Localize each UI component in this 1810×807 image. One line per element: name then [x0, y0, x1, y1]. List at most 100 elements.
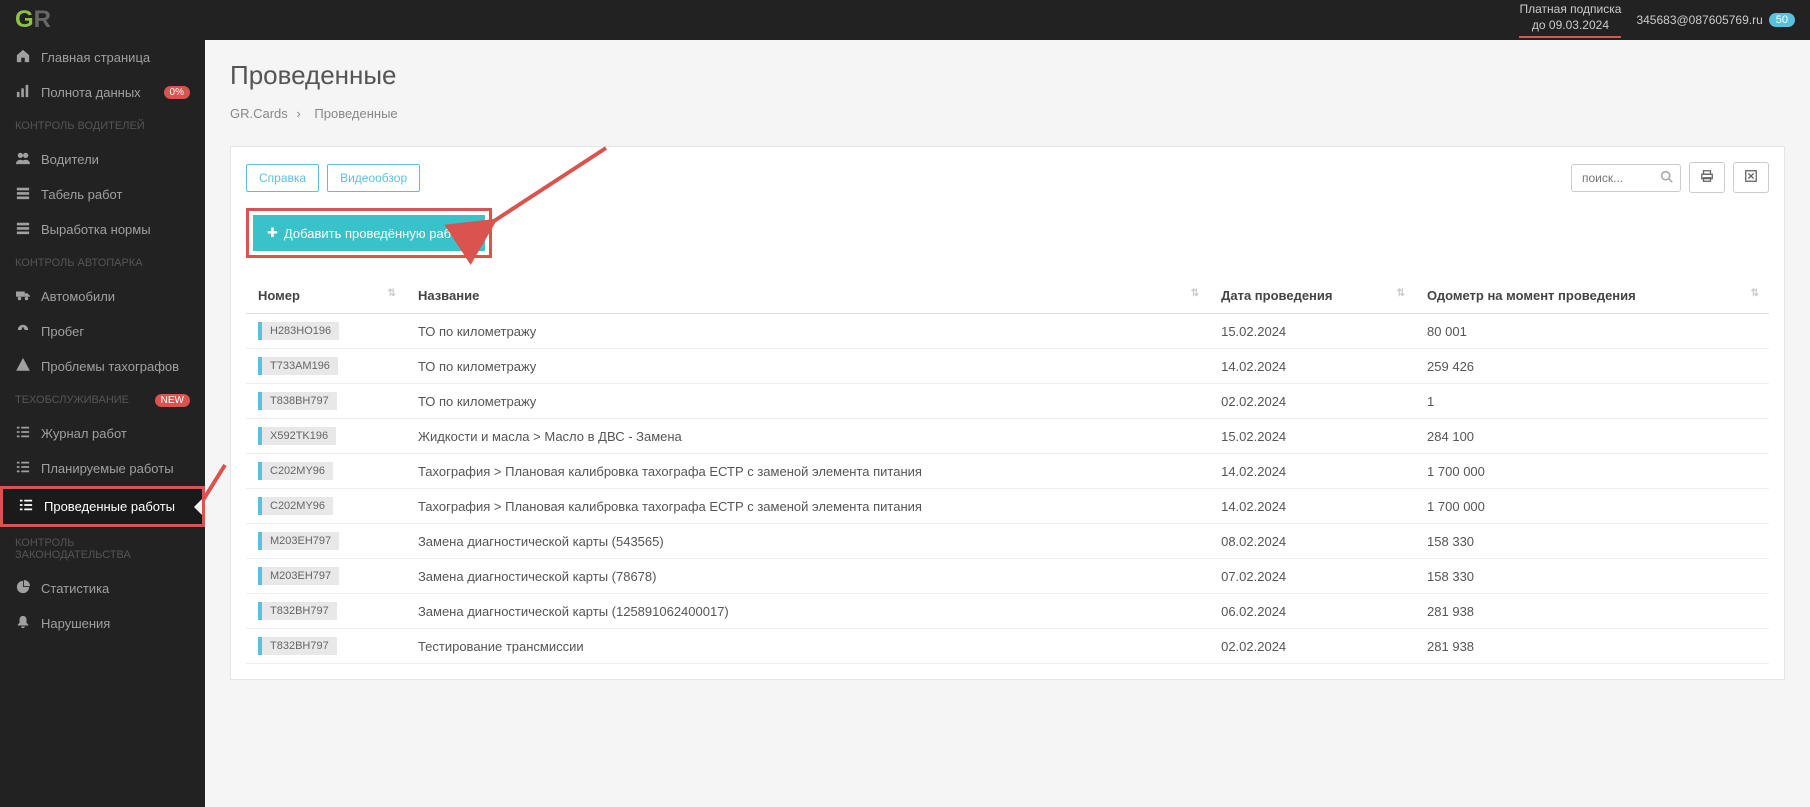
table-row[interactable]: M203EH797 Замена диагностической карты (7…	[246, 559, 1769, 594]
nav-item-табель-работ[interactable]: Табель работ	[0, 177, 205, 212]
odometer: 284 100	[1415, 419, 1769, 454]
nav-header: КОНТРОЛЬ АВТОПАРКА	[0, 247, 205, 279]
print-icon	[1700, 169, 1714, 183]
table-header[interactable]: Одометр на момент проведения⇅	[1415, 278, 1769, 314]
truck-icon	[15, 288, 31, 305]
work-date: 15.02.2024	[1209, 314, 1415, 349]
user-menu[interactable]: 345683@087605769.ru 50	[1636, 13, 1795, 27]
work-name: ТО по километражу	[406, 384, 1209, 419]
video-button[interactable]: Видеообзор	[327, 164, 420, 192]
work-name: Тахография > Плановая калибровка тахогра…	[406, 489, 1209, 524]
vehicle-plate: T832BH797	[258, 637, 337, 655]
nav-item-автомобили[interactable]: Автомобили	[0, 279, 205, 314]
table-row[interactable]: C202MY96 Тахография > Плановая калибровка…	[246, 489, 1769, 524]
table-icon	[15, 186, 31, 203]
nav-header: КОНТРОЛЬ ВОДИТЕЛЕЙ	[0, 110, 205, 142]
page-title: Проведенные	[230, 60, 1785, 91]
work-date: 15.02.2024	[1209, 419, 1415, 454]
work-name: ТО по километражу	[406, 314, 1209, 349]
nav-label: Полнота данных	[41, 85, 141, 100]
table-row[interactable]: C202MY96Тахография > Плановая калибровка…	[246, 454, 1769, 489]
nav-label: Журнал работ	[41, 426, 127, 441]
table-row[interactable]: X592TK196 Жидкости и масла > Масло в ДВС …	[246, 419, 1769, 454]
vehicle-plate: T838BH797	[258, 392, 337, 410]
excel-icon	[1744, 169, 1758, 183]
sort-icon: ⇅	[1191, 288, 1199, 299]
nav-item-главная-страница[interactable]: Главная страница	[0, 40, 205, 75]
sort-icon: ⇅	[1397, 288, 1405, 299]
annotation-highlight-add: ✚ Добавить проведённую работу	[246, 208, 492, 258]
table-row[interactable]: T832BH797Замена диагностической карты (1…	[246, 594, 1769, 629]
odometer: 1 700 000	[1415, 454, 1769, 489]
pie-icon	[15, 580, 31, 597]
nav-item-проблемы-тахографов[interactable]: Проблемы тахографов	[0, 349, 205, 384]
work-name: ТО по километражу	[406, 349, 1209, 384]
nav-item-проведенные-работы[interactable]: Проведенные работы	[0, 486, 205, 527]
breadcrumb-root[interactable]: GR.Cards	[230, 106, 288, 121]
breadcrumb-current: Проведенные	[314, 106, 397, 121]
bars-icon	[15, 84, 31, 101]
sidebar: Главная страницаПолнота данных0%КОНТРОЛЬ…	[0, 40, 205, 807]
work-date: 02.02.2024	[1209, 384, 1415, 419]
work-name: Жидкости и масла > Масло в ДВС - Замена	[406, 419, 1209, 454]
table-header[interactable]: Номер⇅	[246, 278, 406, 314]
vehicle-plate: X592TK196	[258, 427, 336, 445]
notification-badge: 50	[1769, 13, 1795, 27]
nav-item-выработка-нормы[interactable]: Выработка нормы	[0, 212, 205, 247]
nav-item-статистика[interactable]: Статистика	[0, 571, 205, 606]
nav-item-журнал-работ[interactable]: Журнал работ	[0, 416, 205, 451]
vehicle-plate: M203EH797	[258, 567, 339, 585]
nav-label: Выработка нормы	[41, 222, 151, 237]
print-button[interactable]	[1689, 162, 1725, 193]
nav-label: Статистика	[41, 581, 109, 596]
work-date: 08.02.2024	[1209, 524, 1415, 559]
odometer: 259 426	[1415, 349, 1769, 384]
work-name: Тестирование трансмиссии	[406, 629, 1209, 664]
nav-item-водители[interactable]: Водители	[0, 142, 205, 177]
table-row[interactable]: M203EH797 Замена диагностической карты (5…	[246, 524, 1769, 559]
works-table: Номер⇅Название⇅Дата проведения⇅Одометр н…	[246, 278, 1769, 664]
table-row[interactable]: T838BH797 ТО по километражу02.02.20241	[246, 384, 1769, 419]
table-row[interactable]: T733AM196ТО по километражу14.02.2024259 …	[246, 349, 1769, 384]
work-name: Замена диагностической карты (78678)	[406, 559, 1209, 594]
table-row[interactable]: H283HO196 ТО по километражу15.02.202480 0…	[246, 314, 1769, 349]
subscription-line2: до 09.03.2024	[1519, 18, 1621, 34]
annotation-arrow-add	[476, 143, 616, 243]
nav-label: Главная страница	[41, 50, 150, 65]
nav-badge: NEW	[155, 394, 190, 407]
add-work-button[interactable]: ✚ Добавить проведённую работу	[253, 215, 485, 251]
help-button[interactable]: Справка	[246, 164, 319, 192]
work-date: 02.02.2024	[1209, 629, 1415, 664]
export-button[interactable]	[1733, 162, 1769, 193]
work-name: Замена диагностической карты (1258910624…	[406, 594, 1209, 629]
dash-icon	[15, 323, 31, 340]
table-row[interactable]: T832BH797 Тестирование трансмиссии02.02.2…	[246, 629, 1769, 664]
sort-icon: ⇅	[388, 288, 396, 299]
vehicle-plate: M203EH797	[258, 532, 339, 550]
table-header[interactable]: Название⇅	[406, 278, 1209, 314]
nav-label: Пробег	[41, 324, 84, 339]
plus-icon: ✚	[267, 225, 278, 241]
main-content: Проведенные GR.Cards › Проведенные Справ…	[205, 40, 1810, 807]
home-icon	[15, 49, 31, 66]
list-icon	[15, 425, 31, 442]
nav-item-полнота-данных[interactable]: Полнота данных0%	[0, 75, 205, 110]
logo[interactable]: GR	[15, 6, 51, 34]
nav-label: Водители	[41, 152, 99, 167]
odometer: 1	[1415, 384, 1769, 419]
user-email-text: 345683@087605769.ru	[1636, 13, 1762, 27]
users-icon	[15, 151, 31, 168]
nav-item-планируемые-работы[interactable]: Планируемые работы	[0, 451, 205, 486]
nav-item-нарушения[interactable]: Нарушения	[0, 606, 205, 641]
search-icon	[1660, 170, 1673, 186]
nav-item-пробег[interactable]: Пробег	[0, 314, 205, 349]
vehicle-plate: C202MY96	[258, 497, 333, 515]
vehicle-plate: H283HO196	[258, 322, 339, 340]
odometer: 80 001	[1415, 314, 1769, 349]
work-name: Замена диагностической карты (543565)	[406, 524, 1209, 559]
nav-label: Проведенные работы	[44, 499, 175, 514]
content-card: Справка Видеообзор	[230, 146, 1785, 680]
table-header[interactable]: Дата проведения⇅	[1209, 278, 1415, 314]
work-date: 07.02.2024	[1209, 559, 1415, 594]
list-icon	[18, 498, 34, 515]
